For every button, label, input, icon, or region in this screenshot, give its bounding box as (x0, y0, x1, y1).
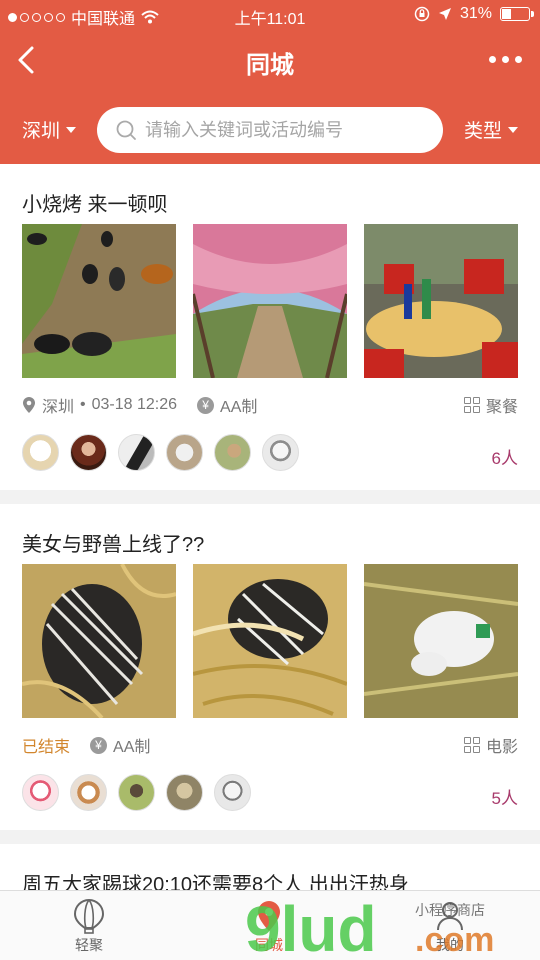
avatar[interactable] (214, 434, 251, 471)
porcupine-photo-1[interactable] (22, 564, 176, 718)
event-photos (22, 224, 518, 378)
filter-bar: 深圳 类型 (0, 104, 540, 154)
category-grid-icon (463, 397, 480, 413)
tab-qingju[interactable]: 轻聚 (49, 897, 129, 955)
avatar[interactable] (118, 434, 155, 471)
participant-avatars (22, 434, 299, 471)
type-selector[interactable]: 类型 (464, 116, 518, 143)
outdoor-table-photo[interactable] (364, 224, 518, 378)
event-payment: AA制 (220, 399, 258, 416)
page-title: 同城 (246, 52, 294, 79)
event-payment: AA制 (113, 739, 151, 756)
location-arrow-icon (438, 8, 451, 20)
avatar[interactable] (70, 434, 107, 471)
more-button[interactable] (489, 56, 522, 63)
avatar[interactable] (166, 774, 203, 811)
search-input[interactable] (145, 119, 435, 141)
event-photos (22, 564, 518, 718)
type-label: 类型 (463, 121, 502, 142)
event-datetime: 03-18 12:26 (91, 396, 178, 413)
person-icon (437, 902, 463, 931)
porcupine-photo-2[interactable] (193, 564, 347, 718)
avatar[interactable] (22, 774, 59, 811)
participant-count: 6人 (491, 449, 518, 468)
status-bar: 中国联通 上午11:01 31% (0, 0, 540, 30)
search-box[interactable] (97, 107, 443, 153)
participant-count: 5人 (491, 789, 518, 808)
battery-percent: 31% (459, 5, 492, 22)
header: 中国联通 上午11:01 31% 同城 深圳 请输入关键词或活动编号 类型 (0, 0, 540, 164)
event-meta: 已结束 ¥ AA制 电影 (22, 731, 518, 759)
event-location: 深圳 (42, 399, 75, 416)
event-category: 聚餐 (485, 399, 518, 416)
avatar[interactable] (214, 774, 251, 811)
tab-label: 同城 (255, 937, 283, 953)
avatar[interactable] (22, 434, 59, 471)
hay-animal-photo[interactable] (364, 564, 518, 718)
event-card[interactable]: 美女与野兽上线了?? 已结束 ¥ AA制 电影 5人 (0, 504, 540, 830)
tab-wode[interactable]: 我的 (410, 897, 490, 955)
event-status: 已结束 (22, 739, 71, 756)
location-pin-icon (23, 397, 35, 413)
tab-bar: 轻聚 同城 我的 (0, 890, 540, 960)
balloon-icon (73, 898, 105, 934)
more-dots-icon (489, 56, 496, 63)
event-title: 美女与野兽上线了?? (22, 534, 205, 556)
search-icon (116, 120, 136, 140)
event-card[interactable]: 小烧烤 来一顿呗 深圳 • 03-18 12:26 ¥ AA制 聚餐 6人 (0, 164, 540, 490)
city-label: 深圳 (22, 121, 61, 142)
battery-icon (500, 7, 534, 21)
event-title: 小烧烤 来一顿呗 (22, 194, 168, 216)
city-selector[interactable]: 深圳 (22, 116, 77, 143)
yen-icon: ¥ (90, 736, 108, 754)
navigation-bar: 同城 (0, 30, 540, 92)
tab-tongcheng[interactable]: 同城 (229, 897, 309, 955)
yen-icon: ¥ (197, 396, 215, 414)
chickens-photo[interactable] (22, 224, 176, 378)
rotation-lock-icon (414, 6, 430, 22)
participant-avatars (22, 774, 251, 811)
avatar[interactable] (70, 774, 107, 811)
tab-label: 我的 (436, 937, 464, 953)
avatar[interactable] (118, 774, 155, 811)
caret-down-icon (66, 126, 77, 133)
avatar[interactable] (166, 434, 203, 471)
category-grid-icon (463, 737, 480, 753)
event-meta: 深圳 • 03-18 12:26 ¥ AA制 聚餐 (22, 391, 518, 419)
pink-blossom-path-photo[interactable] (193, 224, 347, 378)
event-category: 电影 (485, 739, 518, 756)
tab-label: 轻聚 (75, 937, 103, 953)
caret-down-icon (508, 126, 518, 133)
location-pin-icon (258, 901, 280, 931)
avatar[interactable] (262, 434, 299, 471)
